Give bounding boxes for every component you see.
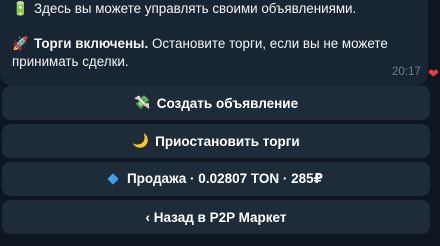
trading-status-text: Остановите торги, если вы не можете bbox=[148, 36, 388, 51]
message-line-accept-deals: принимать сделки. bbox=[12, 54, 129, 69]
message-text-manage-ads: Здесь вы можете управлять своими объявле… bbox=[34, 1, 357, 16]
back-label: ‹ Назад в P2P Маркет bbox=[145, 209, 287, 225]
message-line-trading-status: 🚀 Торги включены. Остановите торги, если … bbox=[12, 35, 388, 53]
create-ad-button[interactable]: 💸 Создать объявление bbox=[2, 86, 430, 120]
bot-message-bubble: 🔋 Здесь вы можете управлять своими объявл… bbox=[0, 0, 428, 86]
back-to-p2p-market-button[interactable]: ‹ Назад в P2P Маркет bbox=[2, 200, 430, 234]
trading-status-label: Торги включены. bbox=[34, 36, 149, 51]
sell-offer-label: Продажа · 0.02807 TON · 285₽ bbox=[126, 171, 324, 186]
heart-reaction-icon[interactable]: ❤ bbox=[428, 66, 439, 82]
sell-offer-button[interactable]: Продажа · 0.02807 TON · 285₽ bbox=[2, 162, 430, 196]
pause-trading-button[interactable]: 🌙 Приостановить торги bbox=[2, 124, 430, 158]
message-timestamp: 20:17 bbox=[392, 66, 421, 78]
rocket-icon: 🚀 bbox=[12, 36, 29, 51]
battery-icon: 🔋 bbox=[12, 1, 29, 16]
crescent-moon-icon: 🌙 bbox=[132, 133, 150, 148]
blue-diamond-icon bbox=[107, 173, 119, 185]
pause-trading-label: Приостановить торги bbox=[155, 133, 300, 149]
message-line-manage-ads: 🔋 Здесь вы можете управлять своими объявл… bbox=[12, 0, 356, 18]
create-ad-label: Создать объявление bbox=[156, 95, 299, 111]
money-wings-icon: 💸 bbox=[133, 95, 151, 110]
